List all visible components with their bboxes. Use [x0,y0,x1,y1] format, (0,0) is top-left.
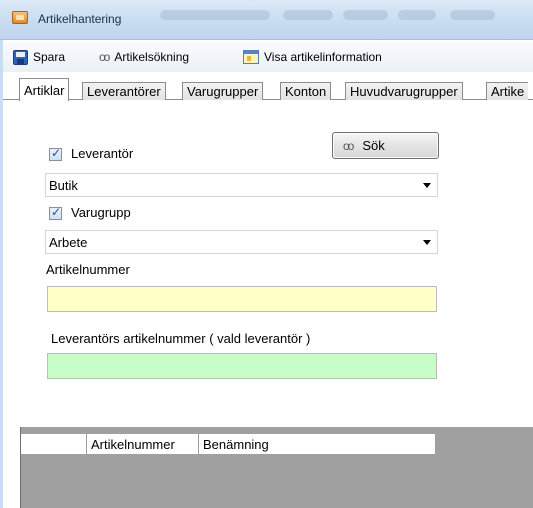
supplier-article-number-input[interactable] [47,353,437,379]
grid-header-row-selector [21,434,87,454]
grid-header-artikelnummer[interactable]: Artikelnummer [87,434,199,454]
toolbar: Spara oo Artikelsökning Visa artikelinfo… [3,42,533,72]
supplier-select[interactable]: Butik [45,173,438,197]
tab-label: Huvudvarugrupper [350,84,458,99]
tab-konton[interactable]: Konton [280,82,332,100]
supplier-article-number-label: Leverantörs artikelnummer ( vald leveran… [51,331,311,346]
tab-strip: Artiklar Leverantörer Varugrupper Konton… [3,76,533,101]
supplier-checkbox-label: Leverantör [71,146,134,161]
tab-label: Artike [491,84,525,99]
search-button-label: Sök [362,138,385,153]
tab-varugrupper[interactable]: Varugrupper [182,82,264,100]
app-icon [12,11,28,24]
group-checkbox-label: Varugrupp [71,205,131,220]
blurred-title-area [398,10,436,20]
group-checkbox[interactable] [49,205,62,220]
floppy-disk-icon [13,49,28,65]
show-article-info-label: Visa artikelinformation [264,50,382,64]
save-button-label: Spara [33,50,66,64]
group-select-value: Arbete [49,234,88,250]
tab-label: Leverantörer [87,84,161,99]
tab-label: Artiklar [24,82,65,98]
grid-header: Artikelnummer Benämning [21,434,435,454]
save-button[interactable]: Spara [13,46,65,68]
blurred-title-area [343,10,388,20]
article-search-label: Artikelsökning [114,50,190,64]
tab-artike[interactable]: Artike [486,82,529,100]
supplier-select-value: Butik [49,177,78,193]
window-title: Artikelhantering [38,12,122,26]
search-button[interactable]: oo Sök [332,132,439,159]
articles-panel: Leverantör oo Sök Butik Varugrupp Arbete… [3,100,533,427]
binoculars-icon: oo [343,138,354,153]
show-article-info-button[interactable]: Visa artikelinformation [243,46,382,68]
supplier-checkbox[interactable] [49,146,62,161]
blurred-title-area [450,10,495,20]
group-select[interactable]: Arbete [45,230,438,254]
blurred-title-area [160,10,270,20]
article-number-input[interactable] [47,286,437,312]
binoculars-icon: oo [99,50,110,64]
tab-label: Konton [285,84,327,99]
title-bar: Artikelhantering [0,0,533,40]
dropdown-arrow-icon [423,183,431,188]
articles-grid[interactable]: Artikelnummer Benämning [21,427,533,508]
grid-top-band [21,427,533,434]
dropdown-arrow-icon [423,240,431,245]
grid-header-benamning[interactable]: Benämning [199,434,435,454]
article-number-label: Artikelnummer [46,262,130,277]
tab-artiklar[interactable]: Artiklar [19,78,70,101]
article-search-button[interactable]: oo Artikelsökning [99,46,189,68]
tab-leverantorer[interactable]: Leverantörer [82,82,166,100]
tab-huvudvarugrupper[interactable]: Huvudvarugrupper [345,82,463,100]
window-info-icon [243,50,259,64]
tab-label: Varugrupper [187,84,259,99]
blurred-title-area [283,10,333,20]
